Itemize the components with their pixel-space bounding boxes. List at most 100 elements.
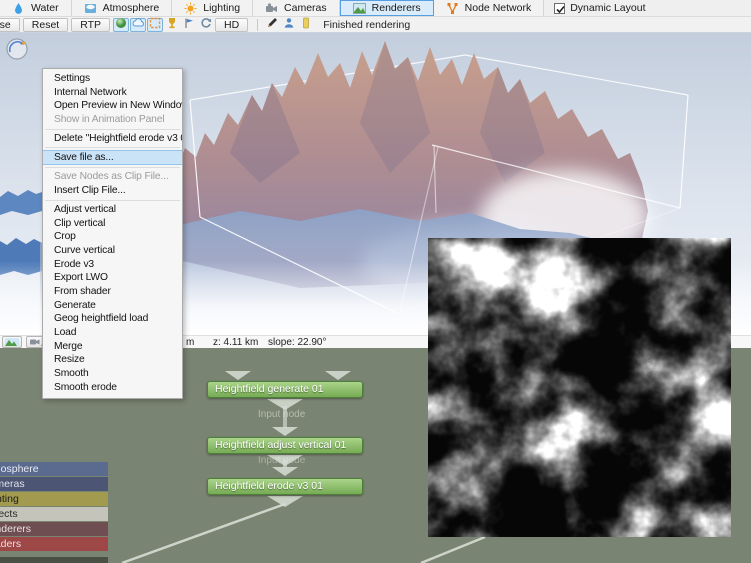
menu-item-erode-v3[interactable]: Erode v3 xyxy=(43,258,182,272)
category-cameras[interactable]: Cameras xyxy=(0,477,108,491)
tab-renderers-label: Renderers xyxy=(371,2,421,14)
menu-item-generate[interactable]: Generate xyxy=(43,299,182,313)
output-arrow xyxy=(267,496,303,507)
render-thumbnail-icon xyxy=(352,2,366,15)
node-heightfield-erode[interactable]: Heightfield erode v3 01 xyxy=(207,478,363,495)
tab-node-network[interactable]: Node Network xyxy=(433,0,545,16)
water-drop-icon xyxy=(12,2,25,15)
sun-icon xyxy=(184,2,197,15)
menu-item-from-shader[interactable]: From shader xyxy=(43,285,182,299)
tab-atmosphere[interactable]: Atmosphere xyxy=(71,0,173,16)
tab-renderers[interactable]: Renderers xyxy=(339,0,434,16)
mini-terrain-icon xyxy=(5,338,19,346)
toggle-render-quality[interactable] xyxy=(164,18,180,32)
input-arrowhead xyxy=(325,371,351,380)
tab-lighting-label: Lighting xyxy=(203,2,241,14)
tab-cameras[interactable]: Cameras xyxy=(253,0,340,16)
menu-item-load[interactable]: Load xyxy=(43,326,182,340)
tab-water[interactable]: Water xyxy=(0,0,72,16)
menu-item-curve-vertical[interactable]: Curve vertical xyxy=(43,244,182,258)
tab-lighting[interactable]: Lighting xyxy=(172,0,254,16)
menu-item-crop[interactable]: Crop xyxy=(43,230,182,244)
menu-item-clip-vertical[interactable]: Clip vertical xyxy=(43,217,182,231)
tab-water-label: Water xyxy=(31,2,59,14)
menu-separator xyxy=(45,128,180,130)
dynamic-layout-toggle[interactable]: Dynamic Layout xyxy=(544,0,655,16)
cloud-icon xyxy=(132,17,145,32)
menu-item-delete[interactable]: Delete "Heightfield erode v3 01" xyxy=(43,132,182,146)
toggle-atmosphere-preview[interactable] xyxy=(130,17,147,32)
refresh-icon xyxy=(200,17,212,32)
flag-icon xyxy=(183,17,195,32)
menu-separator xyxy=(45,199,180,201)
input-arrowhead xyxy=(272,467,298,476)
node-category-list: Atmosphere Cameras Lighting Objects Rend… xyxy=(0,462,108,563)
menu-separator xyxy=(45,167,180,169)
render-toolbar: Pause Reset RTP HD Finishe xyxy=(0,17,751,33)
menu-item-save-nodes-clip: Save Nodes as Clip File... xyxy=(54,171,169,183)
heightfield-shader-preview[interactable] xyxy=(428,238,731,537)
menu-item-resize[interactable]: Resize xyxy=(43,353,182,367)
pen-icon xyxy=(266,17,278,32)
menu-item-export-lwo[interactable]: Export LWO xyxy=(43,271,182,285)
dashed-box-icon xyxy=(149,17,161,32)
pause-button[interactable]: Pause xyxy=(0,17,20,32)
reset-button[interactable]: Reset xyxy=(22,17,69,32)
rtp-button[interactable]: RTP xyxy=(71,17,111,32)
menu-item-adjust-vertical[interactable]: Adjust vertical xyxy=(43,203,182,217)
user-tools-button[interactable] xyxy=(281,18,297,32)
tab-atmosphere-label: Atmosphere xyxy=(102,2,160,14)
category-atmosphere[interactable]: Atmosphere xyxy=(0,462,108,476)
category-renderers[interactable]: Renderers xyxy=(0,522,108,536)
menu-separator xyxy=(45,147,180,149)
layout-tab-bar: Water Atmosphere Lighting Cameras Render… xyxy=(0,0,751,17)
refresh-button[interactable] xyxy=(198,18,214,32)
dynamic-layout-label: Dynamic Layout xyxy=(570,2,646,14)
node-heightfield-generate[interactable]: Heightfield generate 01 xyxy=(207,381,363,398)
tab-node-network-label: Node Network xyxy=(464,2,532,14)
atmosphere-cloud-icon xyxy=(84,2,97,15)
menu-item-insert-clip[interactable]: Insert Clip File... xyxy=(43,184,182,198)
connection-label: Input node xyxy=(258,455,306,466)
camera-icon xyxy=(265,2,278,15)
paint-button[interactable] xyxy=(264,18,280,32)
menu-item-smooth-erode[interactable]: Smooth erode xyxy=(43,381,182,395)
menu-item-open-preview[interactable]: Open Preview in New Window xyxy=(43,99,182,113)
menu-item-geog-heightfield-load[interactable]: Geog heightfield load xyxy=(43,312,182,326)
person-icon xyxy=(283,17,295,32)
node-heightfield-adjust-vertical[interactable]: Heightfield adjust vertical 01 xyxy=(207,437,363,454)
statusbar-coord-fragment: m xyxy=(186,337,195,348)
trophy-icon xyxy=(166,17,178,32)
node-context-menu: Settings Internal Network Open Preview i… xyxy=(42,68,183,400)
render-status-text: Finished rendering xyxy=(323,18,411,31)
statusbar-slope: slope: 22.90° xyxy=(268,337,327,348)
heightmap-texture xyxy=(428,238,731,537)
statusbar-altitude: z: 4.11 km xyxy=(213,337,259,348)
node-network-icon xyxy=(446,2,459,15)
toggle-planet-sphere[interactable] xyxy=(113,17,130,32)
category-shaders[interactable]: Shaders xyxy=(0,537,108,551)
connection-label: Input node xyxy=(258,409,306,420)
toggle-bounds[interactable] xyxy=(147,17,164,32)
category-objects[interactable]: Objects xyxy=(0,507,108,521)
terragen-window: Water Atmosphere Lighting Cameras Render… xyxy=(0,0,751,563)
menu-item-settings[interactable]: Settings xyxy=(43,72,182,86)
category-partial[interactable] xyxy=(0,557,108,563)
hd-button[interactable]: HD xyxy=(215,17,249,32)
category-lighting[interactable]: Lighting xyxy=(0,492,108,506)
menu-item-merge[interactable]: Merge xyxy=(43,340,182,354)
dynamic-layout-checkbox[interactable] xyxy=(554,2,566,14)
menu-item-save-file-as[interactable]: Save file as... xyxy=(43,150,182,166)
toggle-flag[interactable] xyxy=(181,18,197,32)
preview-terrain-button[interactable] xyxy=(2,336,22,348)
menu-item-smooth[interactable]: Smooth xyxy=(43,367,182,381)
menu-item-internal-network[interactable]: Internal Network xyxy=(43,86,182,100)
input-arrowhead xyxy=(225,371,251,380)
input-arrowhead xyxy=(272,427,298,436)
marker-button[interactable] xyxy=(298,17,314,32)
tab-cameras-label: Cameras xyxy=(284,2,327,14)
yellow-marker-icon xyxy=(302,17,310,32)
toolbar-separator xyxy=(257,18,259,31)
menu-item-show-in-animation-panel: Show in Animation Panel xyxy=(54,114,165,126)
trackball-icon[interactable] xyxy=(5,37,29,61)
